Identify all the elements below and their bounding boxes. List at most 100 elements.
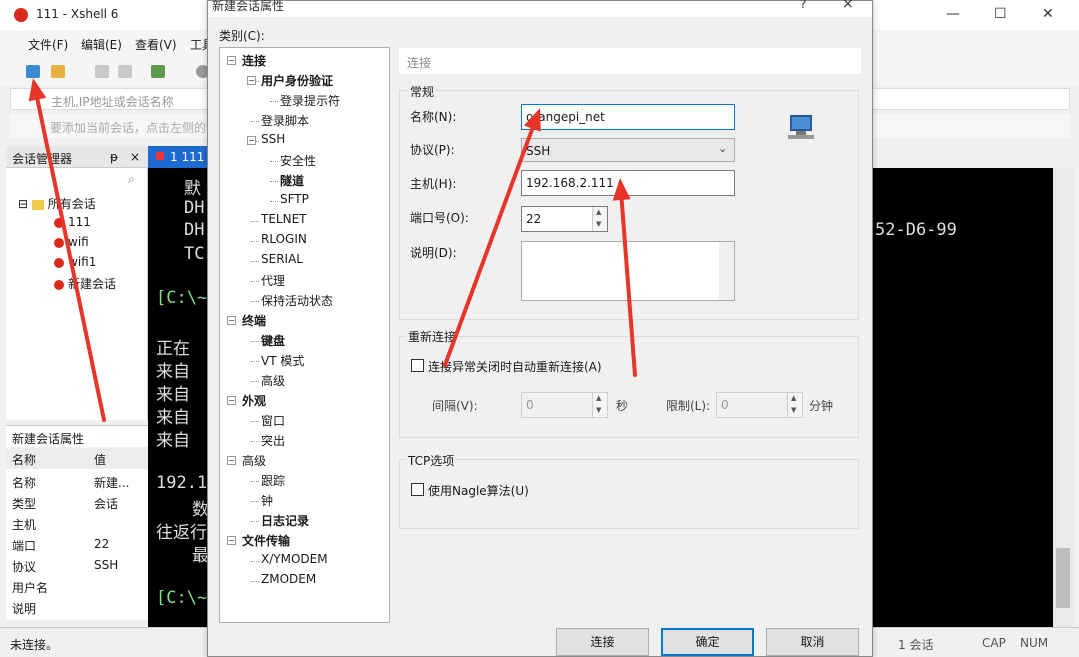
collapse-icon[interactable]: − bbox=[247, 136, 256, 145]
description-textarea[interactable] bbox=[521, 241, 735, 301]
category-tree-item[interactable]: 突出 bbox=[261, 432, 285, 449]
category-label: 类别(C): bbox=[219, 29, 265, 43]
category-tree-item[interactable]: 终端 bbox=[242, 312, 266, 329]
terminal-scrollbar[interactable] bbox=[1053, 168, 1073, 627]
category-tree-item[interactable]: ZMODEM bbox=[261, 572, 316, 586]
network-computer-icon bbox=[786, 111, 820, 143]
category-tree-item[interactable]: TELNET bbox=[261, 212, 307, 226]
menu-view[interactable]: 查看(V) bbox=[135, 36, 177, 53]
category-tree-item[interactable]: VT 模式 bbox=[261, 352, 304, 369]
category-tree-item[interactable]: 代理 bbox=[261, 272, 285, 289]
tree-connector bbox=[251, 561, 259, 562]
tree-connector bbox=[251, 281, 259, 282]
connect-button[interactable]: 连接 bbox=[556, 628, 649, 656]
category-tree-item[interactable]: 安全性 bbox=[280, 152, 316, 169]
collapse-icon[interactable]: − bbox=[227, 456, 236, 465]
category-tree-item[interactable]: SFTP bbox=[280, 192, 309, 206]
properties-title: 新建会话属性 bbox=[12, 432, 85, 446]
category-tree-item[interactable]: 登录脚本 bbox=[261, 112, 309, 129]
category-tree-item[interactable]: 登录提示符 bbox=[280, 92, 340, 109]
session-properties-dialog: 新建会话属性 ? × 类别(C): 连接 − 用户身份验证 − 登录提示符 登录脚本 SSH… bbox=[207, 0, 873, 657]
ok-button[interactable]: 确定 bbox=[661, 628, 754, 656]
table-row: 名称 新建... bbox=[12, 476, 130, 490]
open-folder-icon[interactable] bbox=[51, 65, 65, 78]
nagle-checkbox[interactable] bbox=[411, 483, 424, 496]
properties-header-row: 名称值 bbox=[6, 448, 148, 469]
table-row: 端口 22 bbox=[12, 537, 110, 553]
scrollbar-thumb[interactable] bbox=[1056, 548, 1070, 608]
limit-spinner[interactable]: 0 ▲ ▼ bbox=[716, 392, 803, 418]
maximize-icon[interactable]: ☐ bbox=[994, 6, 1007, 22]
new-session-icon[interactable] bbox=[26, 65, 40, 78]
settings-icon[interactable] bbox=[151, 65, 165, 78]
tree-root[interactable]: ⊟ 所有会话 bbox=[18, 195, 96, 212]
minutes-label: 分钟 bbox=[809, 399, 834, 413]
category-tree-item[interactable]: 隧道 bbox=[280, 172, 304, 189]
tree-connector bbox=[251, 581, 259, 582]
cancel-button[interactable]: 取消 bbox=[766, 628, 859, 656]
session-item[interactable]: wifi1 bbox=[54, 255, 96, 269]
xshell-logo-icon bbox=[14, 8, 28, 22]
menu-file[interactable]: 文件(F) bbox=[28, 36, 68, 53]
tree-connector bbox=[251, 261, 259, 262]
auto-reconnect-label[interactable]: 连接异常关闭时自动重新连接(A) bbox=[428, 358, 602, 375]
nagle-label[interactable]: 使用Nagle算法(U) bbox=[428, 482, 529, 499]
dialog-close-button[interactable]: × bbox=[842, 0, 854, 12]
search-icon[interactable]: ⌕ bbox=[128, 172, 135, 187]
category-tree-item[interactable]: 键盘 bbox=[261, 332, 285, 349]
tree-connector bbox=[270, 181, 278, 182]
category-tree-item[interactable]: X/YMODEM bbox=[261, 552, 328, 566]
table-row: 说明 bbox=[12, 602, 37, 616]
host-input[interactable]: 192.168.2.111 bbox=[521, 170, 735, 196]
category-tree-item[interactable]: 连接 bbox=[242, 52, 266, 69]
collapse-icon[interactable]: − bbox=[227, 316, 236, 325]
tree-connector bbox=[251, 421, 259, 422]
seconds-label: 秒 bbox=[616, 399, 629, 413]
disconnect-icon[interactable] bbox=[118, 65, 132, 78]
port-spinner[interactable]: 22 ▲ ▼ bbox=[521, 206, 608, 232]
limit-spinner-buttons[interactable]: ▲ ▼ bbox=[787, 393, 802, 417]
category-tree-item[interactable]: 高级 bbox=[242, 452, 266, 469]
category-tree-item[interactable]: RLOGIN bbox=[261, 232, 307, 246]
category-tree-item[interactable]: 跟踪 bbox=[261, 472, 285, 489]
minimize-icon[interactable]: — bbox=[946, 6, 960, 22]
session-status-icon bbox=[156, 152, 164, 160]
collapse-icon[interactable]: − bbox=[227, 396, 236, 405]
tree-connector bbox=[251, 301, 259, 302]
session-item[interactable]: 111 bbox=[54, 215, 91, 229]
dialog-title-bar: 新建会话属性 ? × bbox=[208, 0, 872, 17]
category-tree-item[interactable]: 文件传输 bbox=[242, 532, 290, 549]
help-button[interactable]: ? bbox=[800, 0, 806, 11]
port-spinner-buttons[interactable]: ▲ ▼ bbox=[592, 207, 607, 231]
terminal-view[interactable]: 默 DH( DH( TC [C:\~ 正在 来自 来自 来自 来自 192.1 … bbox=[148, 168, 215, 627]
session-item[interactable]: wifi bbox=[54, 235, 89, 249]
terminal-view-right[interactable]: 52-D6-99 bbox=[873, 168, 1053, 627]
collapse-icon[interactable]: − bbox=[227, 536, 236, 545]
auto-reconnect-checkbox[interactable] bbox=[411, 359, 424, 372]
collapse-icon[interactable]: − bbox=[227, 56, 236, 65]
category-tree-item[interactable]: 高级 bbox=[261, 372, 285, 389]
description-scrollbar[interactable] bbox=[719, 242, 734, 300]
category-tree-item[interactable]: SERIAL bbox=[261, 252, 303, 266]
close-panel-icon[interactable]: × bbox=[130, 150, 140, 164]
close-icon[interactable]: ✕ bbox=[1042, 6, 1054, 22]
protocol-label: 协议(P): bbox=[410, 143, 455, 157]
tab-session-111[interactable]: 1 111 bbox=[148, 146, 208, 168]
table-row: 协议 SSH bbox=[12, 558, 119, 574]
category-tree-item[interactable]: SSH bbox=[261, 132, 285, 146]
category-tree-item[interactable]: 日志记录 bbox=[261, 512, 309, 529]
category-tree-item[interactable]: 窗口 bbox=[261, 412, 285, 429]
category-tree-item[interactable]: 外观 bbox=[242, 392, 266, 409]
collapse-icon[interactable]: − bbox=[247, 76, 256, 85]
interval-spinner[interactable]: 0 ▲ ▼ bbox=[521, 392, 608, 418]
interval-spinner-buttons[interactable]: ▲ ▼ bbox=[592, 393, 607, 417]
menu-edit[interactable]: 编辑(E) bbox=[81, 36, 122, 53]
category-tree-item[interactable]: 用户身份验证 bbox=[261, 72, 333, 89]
name-input[interactable]: orangepi_net bbox=[521, 104, 735, 130]
connect-icon[interactable] bbox=[95, 65, 109, 78]
pin-icon[interactable]: ᵽ bbox=[110, 150, 118, 164]
session-item[interactable]: 新建会话 bbox=[54, 275, 116, 292]
protocol-select[interactable]: SSH ⌄ bbox=[521, 138, 735, 162]
category-tree-item[interactable]: 钟 bbox=[261, 492, 273, 509]
category-tree-item[interactable]: 保持活动状态 bbox=[261, 292, 333, 309]
